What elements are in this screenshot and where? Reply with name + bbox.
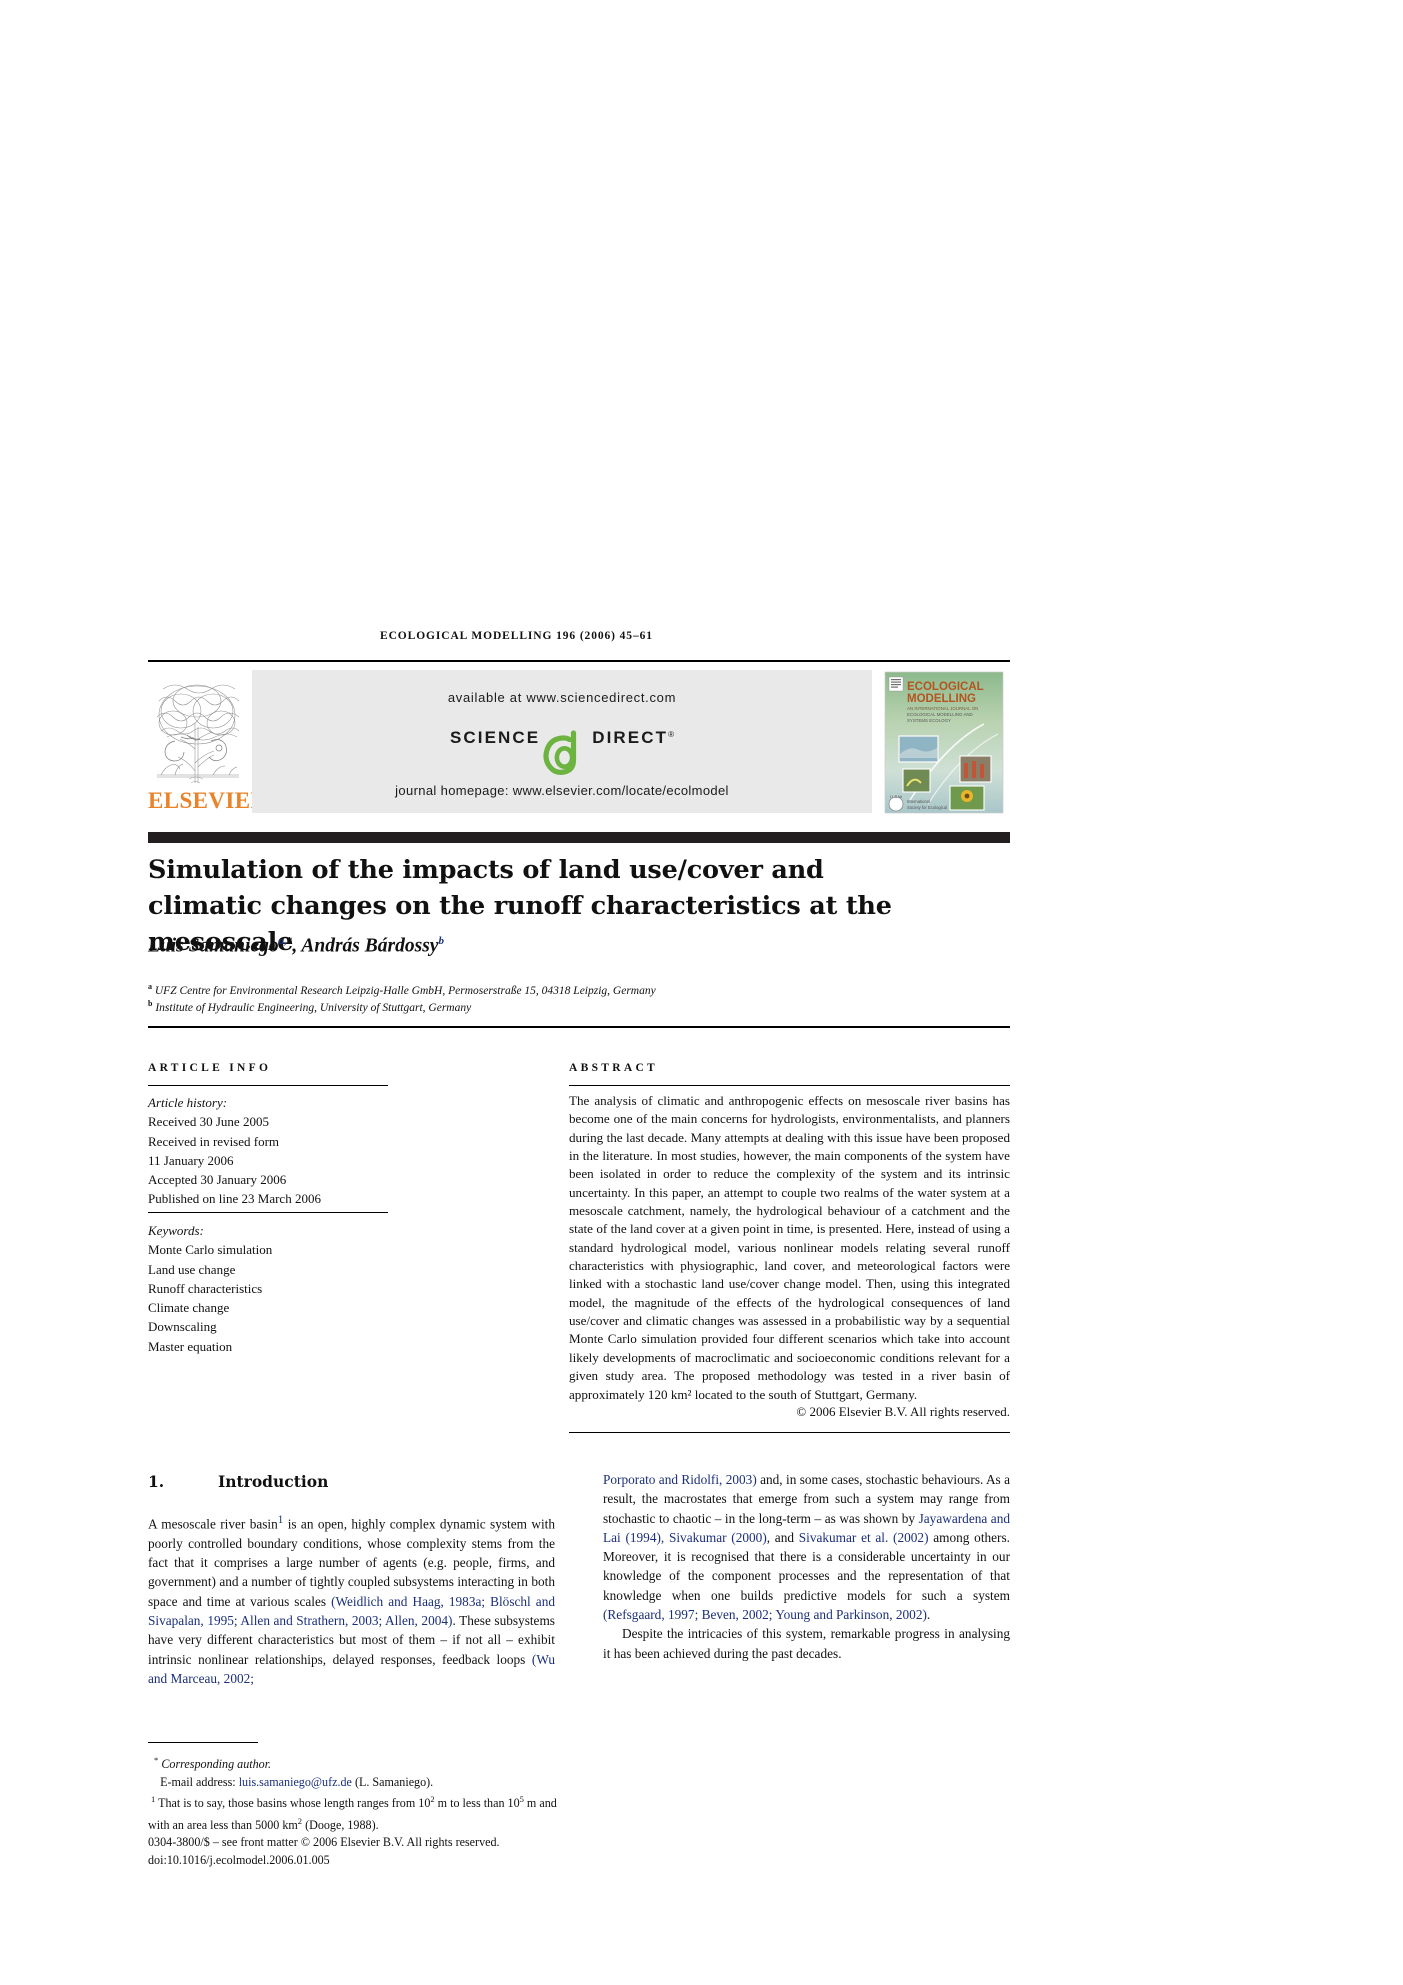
footnote-1-b: m to less than 10 [434, 1796, 520, 1811]
asterisk-marker: * [154, 1755, 159, 1765]
body-column-right: Porporato and Ridolfi, 2003) and, in som… [603, 1470, 1010, 1663]
email-address-link[interactable]: luis.samaniego@ufz.de [239, 1775, 352, 1789]
affiliation-b-marker: b [148, 999, 153, 1008]
abstract-text: The analysis of climatic and anthropogen… [569, 1093, 1010, 1402]
direct-word: DIRECT [592, 728, 669, 747]
copyright-line: © 2006 Elsevier B.V. All rights reserved… [796, 1404, 1010, 1419]
keywords-block: Keywords: Monte Carlo simulation Land us… [148, 1221, 398, 1356]
svg-text:International: International [907, 799, 930, 804]
keyword-item: Land use change [148, 1261, 236, 1277]
info-divider-middle [148, 1212, 388, 1214]
header-rule [148, 660, 1010, 662]
abstract-divider-top [569, 1085, 1010, 1087]
available-at-text: available at www.sciencedirect.com [447, 690, 677, 705]
tree-drawing-icon [151, 671, 245, 788]
elsevier-tree-icon [151, 671, 245, 788]
affiliation-b-text: Institute of Hydraulic Engineering, Univ… [155, 1001, 472, 1014]
affiliation-a-marker: a [148, 982, 152, 991]
email-label: E-mail address: [160, 1774, 236, 1789]
footnote-block: * Corresponding author. E-mail address: … [148, 1752, 560, 1870]
footnote-1: 1 That is to say, those basins whose len… [148, 1791, 560, 1834]
history-item: Received in revised form [148, 1133, 280, 1149]
doi-line: doi:10.1016/j.ecolmodel.2006.01.005 [148, 1853, 330, 1868]
issn-line: 0304-3800/$ – see front matter © 2006 El… [148, 1835, 500, 1850]
citation-link[interactable]: (Refsgaard, 1997; Beven, 2002; Young and… [603, 1607, 927, 1622]
footnote-1-a: That is to say, those basins whose lengt… [158, 1796, 431, 1811]
footnote-rule [148, 1742, 258, 1743]
email-person: (L. Samaniego). [354, 1774, 434, 1789]
author-1-name: Luis Samaniego [148, 935, 279, 957]
running-head: ECOLOGICAL MODELLING 196 (2006) 45–61 [380, 630, 653, 642]
footnote-1-marker: 1 [151, 1794, 156, 1805]
history-item: Accepted 30 January 2006 [148, 1172, 287, 1188]
intro-right-b: , and [766, 1529, 799, 1545]
keyword-item: Runoff characteristics [148, 1280, 263, 1296]
elsevier-wordmark: ELSEVIER [148, 788, 268, 813]
keyword-item: Climate change [148, 1300, 230, 1316]
svg-text:I I S W: I I S W [890, 794, 902, 799]
sciencedirect-banner: ELSEVIER available at www.sciencedirect.… [148, 668, 1010, 816]
corresponding-author-marker: * [286, 935, 293, 947]
corresponding-author-text: Corresponding author. [161, 1757, 272, 1772]
journal-homepage-text: journal homepage: www.elsevier.com/locat… [395, 783, 729, 798]
journal-cover-thumbnail: ECOLOGICAL MODELLING AN INTERNATIONAL JO… [876, 668, 1010, 816]
citation-link[interactable]: Sivakumar et al. (2002) [799, 1530, 929, 1545]
article-history-label: Article history: [148, 1095, 228, 1110]
history-item: Received 30 June 2005 [148, 1114, 269, 1130]
svg-text:SYSTEMS ECOLOGY: SYSTEMS ECOLOGY [907, 718, 951, 723]
intro-text-a: A mesoscale river basin [148, 1516, 278, 1532]
abstract-heading: ABSTRACT [569, 1062, 659, 1074]
section-number: 1. [148, 1472, 165, 1491]
citation-link[interactable]: Porporato and Ridolfi, 2003) [603, 1472, 757, 1487]
email-note: E-mail address: luis.samaniego@ufz.de (L… [148, 1774, 560, 1792]
body-column-left: A mesoscale river basin1 is an open, hig… [148, 1511, 555, 1688]
footnote-1-d: (Dooge, 1988). [302, 1817, 379, 1832]
elsevier-logo: ELSEVIER [148, 668, 268, 816]
sciencedirect-logo: SCIENCE DIRECT® [252, 728, 872, 776]
svg-text:ECOLOGICAL MODELLING AND: ECOLOGICAL MODELLING AND [907, 712, 973, 717]
svg-text:AN INTERNATIONAL JOURNAL ON: AN INTERNATIONAL JOURNAL ON [907, 706, 978, 711]
running-head-text: ECOLOGICAL MODELLING 196 (2006) 45–61 [380, 630, 653, 642]
svg-text:Society for Ecological: Society for Ecological [907, 805, 947, 810]
svg-text:ECOLOGICAL: ECOLOGICAL [907, 681, 984, 693]
keyword-item: Downscaling [148, 1319, 217, 1335]
info-divider-top [148, 1085, 388, 1087]
svg-text:MODELLING: MODELLING [907, 693, 976, 705]
intro-right-d: . [926, 1607, 931, 1623]
author-2-affil-marker: b [438, 935, 444, 947]
article-history: Article history: Received 30 June 2005 R… [148, 1093, 398, 1209]
sciencedirect-box: available at www.sciencedirect.com SCIEN… [252, 670, 872, 813]
affiliation-b: b Institute of Hydraulic Engineering, Un… [148, 996, 968, 1016]
paper-page: ECOLOGICAL MODELLING 196 (2006) 45–61 EL… [148, 0, 1010, 1985]
science-word: SCIENCE [449, 728, 541, 747]
history-item: 11 January 2006 [148, 1152, 234, 1168]
title-separator-bar [148, 832, 1010, 843]
corresponding-author-note: * Corresponding author. [148, 1752, 560, 1774]
history-item: Published on line 23 March 2006 [148, 1191, 321, 1207]
section-title: Introduction [218, 1472, 329, 1491]
registered-mark: ® [668, 730, 675, 739]
keyword-item: Monte Carlo simulation [148, 1242, 273, 1258]
info-section-rule [148, 1026, 1010, 1028]
author-list: Luis Samaniegoa,*, András Bárdossyb [148, 935, 444, 957]
journal-cover-image: ECOLOGICAL MODELLING AN INTERNATIONAL JO… [884, 671, 1004, 814]
keyword-item: Master equation [148, 1338, 233, 1354]
abstract-divider-bottom [569, 1432, 1010, 1434]
author-2-name: András Bárdossy [301, 935, 439, 957]
author-1-affil-marker: a, [278, 935, 287, 947]
keywords-label: Keywords: [148, 1223, 204, 1238]
intro-right-paragraph-2: Despite the intricacies of this system, … [603, 1626, 1010, 1661]
at-symbol-icon [543, 730, 589, 776]
article-info-heading: ARTICLE INFO [148, 1062, 272, 1074]
